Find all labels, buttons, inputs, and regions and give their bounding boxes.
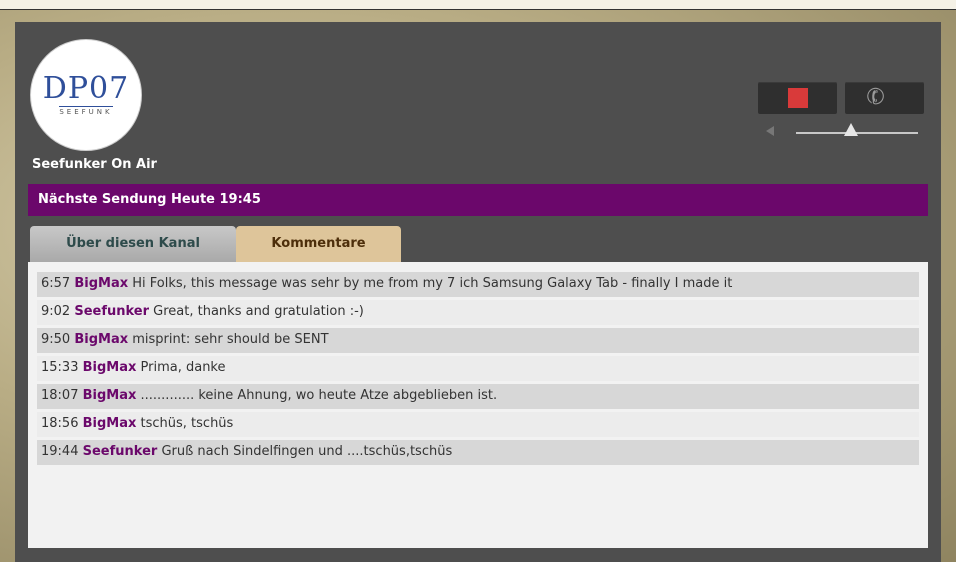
comment-item: 9:02 Seefunker Great, thanks and gratula…: [37, 300, 919, 325]
comment-time: 9:02: [41, 304, 71, 319]
comment-user[interactable]: BigMax: [74, 276, 128, 291]
comment-user[interactable]: BigMax: [83, 360, 137, 375]
volume-slider-handle[interactable]: [843, 123, 858, 136]
comment-item: 9:50 BigMax misprint: sehr should be SEN…: [37, 328, 919, 353]
comment-user[interactable]: Seefunker: [74, 304, 149, 319]
station-logo: DP07 SEEFUNK: [30, 39, 142, 151]
comment-user[interactable]: BigMax: [83, 416, 137, 431]
stop-icon: [788, 88, 808, 108]
comment-time: 18:07: [41, 388, 79, 403]
comment-item: 18:07 BigMax ............. keine Ahnung,…: [37, 384, 919, 409]
player-controls: ✆: [758, 82, 928, 152]
comment-time: 15:33: [41, 360, 79, 375]
phone-icon: ✆: [863, 82, 889, 113]
comment-time: 19:44: [41, 444, 79, 459]
logo-sub-text: SEEFUNK: [59, 106, 113, 116]
volume-slider[interactable]: [796, 123, 918, 136]
player-panel: DP07 SEEFUNK Seefunker On Air ✆ Nächste …: [15, 22, 941, 562]
comment-user[interactable]: BigMax: [74, 332, 128, 347]
comment-item: 6:57 BigMax Hi Folks, this message was s…: [37, 272, 919, 297]
comments-list: 6:57 BigMax Hi Folks, this message was s…: [28, 262, 928, 548]
comment-time: 9:50: [41, 332, 71, 347]
comment-text: Hi Folks, this message was sehr by me fr…: [132, 276, 733, 291]
comment-text: misprint: sehr should be SENT: [132, 332, 329, 347]
station-name: Seefunker On Air: [32, 157, 157, 172]
comment-text: ............. keine Ahnung, wo heute Atz…: [140, 388, 498, 403]
next-show-banner: Nächste Sendung Heute 19:45: [28, 184, 928, 216]
comment-item: 15:33 BigMax Prima, danke: [37, 356, 919, 381]
logo-main-text: DP07: [42, 71, 130, 106]
comment-time: 6:57: [41, 276, 71, 291]
comment-item: 19:44 Seefunker Gruß nach Sindelfingen u…: [37, 440, 919, 465]
comment-user[interactable]: BigMax: [83, 388, 137, 403]
call-button[interactable]: ✆: [845, 82, 924, 114]
comment-user[interactable]: Seefunker: [83, 444, 158, 459]
comment-text: tschüs, tschüs: [140, 416, 234, 431]
stop-button[interactable]: [758, 82, 837, 114]
comment-time: 18:56: [41, 416, 79, 431]
comment-text: Prima, danke: [140, 360, 226, 375]
tab-about-channel[interactable]: Über diesen Kanal: [30, 226, 236, 262]
comment-text: Gruß nach Sindelfingen und ....tschüs,ts…: [161, 444, 453, 459]
comment-item: 18:56 BigMax tschüs, tschüs: [37, 412, 919, 437]
tab-comments[interactable]: Kommentare: [236, 226, 401, 262]
speaker-icon: [766, 126, 774, 136]
comment-text: Great, thanks and gratulation :-): [153, 304, 364, 319]
top-border: [0, 0, 956, 10]
